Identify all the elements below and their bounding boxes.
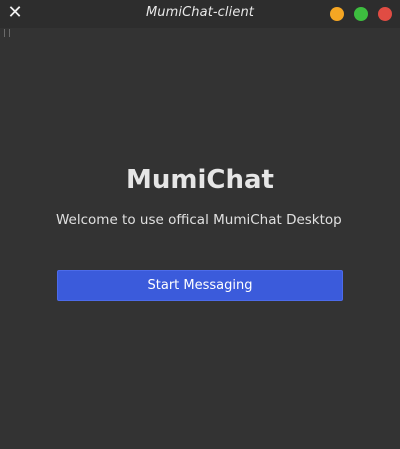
resize-handle-icon[interactable] [4,29,10,37]
maximize-button[interactable] [354,7,368,21]
title-bar[interactable]: ✕ MumiChat-client [0,0,400,28]
welcome-message: Welcome to use offical MumiChat Desktop … [56,212,344,228]
close-window-button[interactable] [378,7,392,21]
main-content: MumiChat Welcome to use offical MumiChat… [0,28,400,449]
close-icon[interactable]: ✕ [6,4,24,22]
minimize-button[interactable] [330,7,344,21]
app-name-heading: MumiChat [126,165,274,195]
app-window: ✕ MumiChat-client MumiChat Welcome to us… [0,0,400,449]
start-messaging-button[interactable]: Start Messaging [57,270,343,301]
